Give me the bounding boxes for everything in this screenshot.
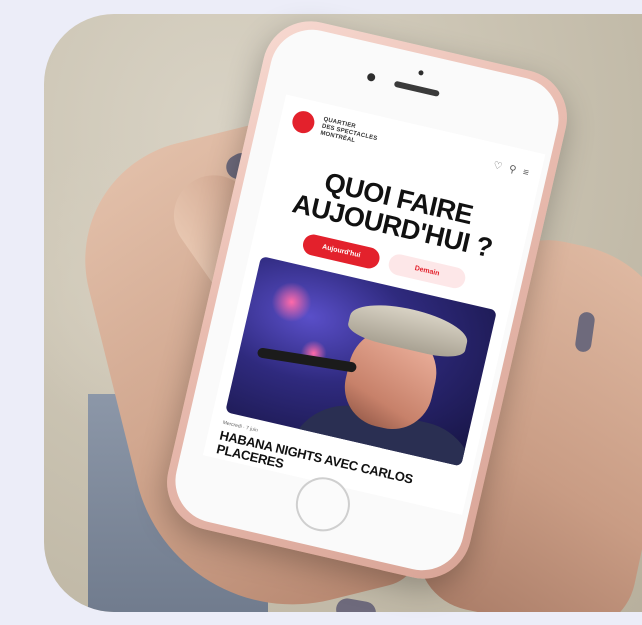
heart-icon[interactable]: ♡ — [492, 160, 503, 173]
front-camera — [366, 72, 377, 83]
lower-finger-nail — [334, 596, 378, 612]
brand-name: QUARTIER DES SPECTACLES MONTRÉAL — [320, 116, 403, 154]
brand-logo[interactable] — [290, 108, 317, 136]
tab-today[interactable]: Aujourd'hui — [300, 232, 382, 271]
earpiece-speaker — [393, 80, 440, 97]
search-icon[interactable]: ⚲ — [508, 164, 518, 176]
proximity-sensor — [417, 69, 424, 76]
menu-icon[interactable]: ≡ — [522, 167, 530, 179]
tab-tomorrow[interactable]: Demain — [386, 252, 468, 291]
stage-light — [267, 278, 316, 327]
header-icons: ♡ ⚲ ≡ — [492, 160, 530, 179]
